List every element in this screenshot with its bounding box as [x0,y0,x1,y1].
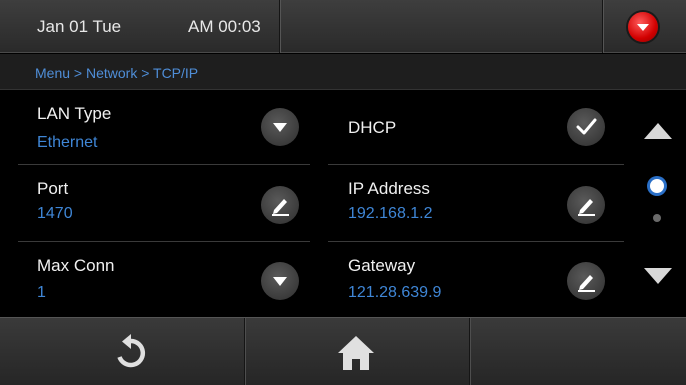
date-display: Jan 01 Tue [37,17,122,36]
setting-port[interactable]: Port 1470 [0,165,310,241]
setting-label: IP Address [348,179,430,198]
bottom-nav-bar [0,317,686,385]
scroll-up-button[interactable] [644,123,672,139]
time-display: AM 00:03 [188,17,261,36]
setting-label: Gateway [348,256,416,275]
edit-pencil-icon [578,275,595,292]
setting-ip-address[interactable]: IP Address 192.168.1.2 [328,165,624,241]
setting-value: 121.28.639.9 [348,284,442,301]
chevron-down-icon [273,277,287,286]
gateway-edit-button[interactable] [567,262,605,300]
setting-value: Ethernet [37,134,98,151]
checkmark-icon [576,118,597,135]
breadcrumb-bar: Menu > Network > TCP/IP [0,54,686,90]
refresh-icon [117,334,146,368]
max-conn-dropdown-button[interactable] [261,262,299,300]
setting-gateway[interactable]: Gateway 121.28.639.9 [328,242,624,316]
page-indicator-active [650,179,664,193]
setting-label: Max Conn [37,256,115,275]
edit-pencil-icon [272,199,289,216]
scroll-down-button[interactable] [644,268,672,284]
setting-label: LAN Type [37,104,112,123]
divider [279,0,280,53]
page-indicator-inactive[interactable] [653,214,661,222]
home-button[interactable] [245,318,469,385]
setting-max-conn[interactable]: Max Conn 1 [0,242,310,316]
dhcp-checkbox[interactable] [567,108,605,146]
ip-address-edit-button[interactable] [567,186,605,224]
setting-lan-type[interactable]: LAN Type Ethernet [0,90,310,164]
setting-label: Port [37,179,69,198]
refresh-button[interactable] [0,318,244,385]
setting-value: 192.168.1.2 [348,205,433,222]
home-icon [338,336,374,370]
breadcrumb[interactable]: Menu > Network > TCP/IP [35,65,198,81]
lan-type-dropdown-button[interactable] [261,108,299,146]
dropdown-menu-button[interactable] [628,12,658,42]
setting-value: 1 [37,284,46,301]
port-edit-button[interactable] [261,186,299,224]
top-status-bar: Jan 01 Tue AM 00:03 [0,0,686,53]
chevron-down-icon [273,123,287,132]
setting-value: 1470 [37,205,73,222]
setting-label: DHCP [348,118,397,137]
edit-pencil-icon [578,199,595,216]
bottom-bar-empty-slot [470,318,686,385]
divider [602,0,603,53]
setting-dhcp[interactable]: DHCP [328,90,624,164]
